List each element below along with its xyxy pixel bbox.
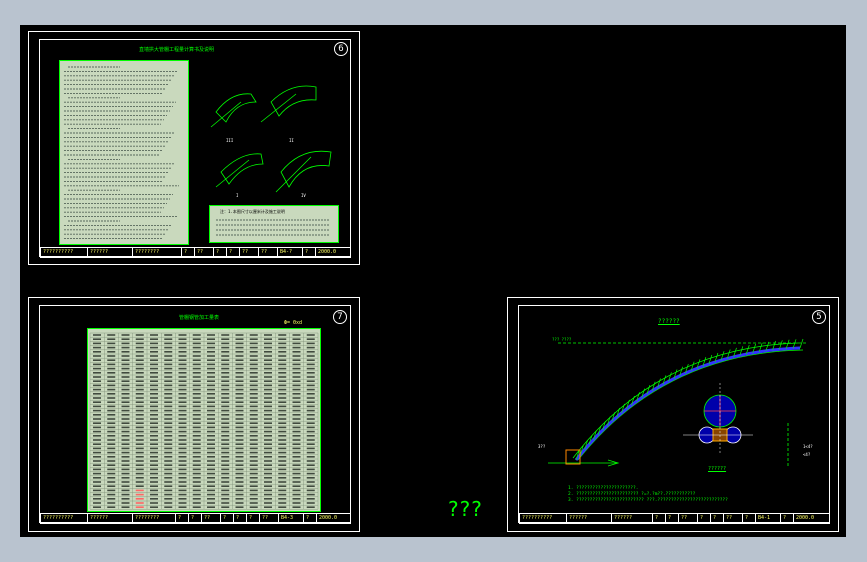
tb-cell: ???????? — [133, 514, 176, 523]
sheet-number-7: 7 — [333, 310, 347, 324]
tb-cell: ?? — [240, 248, 259, 257]
svg-text:III: III — [226, 138, 234, 143]
sheet-6-box-title: 注：1.本图尺寸以厘米计及施工说明 — [220, 209, 285, 214]
tb-cell: ? — [247, 514, 260, 523]
notes-text-lines — [64, 66, 179, 240]
tb-cell: ?? — [679, 514, 698, 523]
data-table-grid — [89, 332, 319, 510]
tb-cell: ? — [176, 514, 189, 523]
sheet-6-box: 注：1.本图尺寸以厘米计及施工说明 — [209, 205, 339, 243]
tb-cell: B4-3 — [279, 514, 304, 523]
sheet-7[interactable]: 7 管棚钢管加工量表 Ф= 0xd ?????????? ?????? ????… — [28, 297, 360, 532]
tb-cell: ? — [303, 248, 316, 257]
tb-cell: ???????? — [133, 248, 182, 257]
sheet-number-5: 5 — [812, 310, 826, 324]
tb-cell: ? — [214, 248, 227, 257]
sheet-5-title-block: ?????????? ?????? ?????? ? ? ?? ? ? ?? ?… — [519, 513, 830, 524]
tb-cell: ?? — [195, 248, 214, 257]
tb-cell: ?? — [202, 514, 221, 523]
tb-cell: ? — [666, 514, 679, 523]
tb-cell: B4-1 — [756, 514, 781, 523]
tb-cell: ?????? — [88, 514, 133, 523]
sheet-6[interactable]: 6 直墙拱大管棚工程量计算书及说明 III II I IV 注：1.本图尺寸以厘米计及… — [28, 31, 360, 265]
sheet-7-title-block: ?????????? ?????? ???????? ? ? ?? ? ? ? … — [40, 513, 351, 524]
tb-cell: ?????? — [567, 514, 612, 523]
tb-cell: ? — [189, 514, 202, 523]
tb-cell: ? — [711, 514, 724, 523]
tb-cell: 2000.0 — [318, 249, 337, 255]
tb-cell: ?????????? — [41, 248, 88, 257]
tb-cell: ?????????? — [41, 514, 88, 523]
sheet-6-title-block: ?????????? ?????? ???????? ? ?? ? ? ?? ?… — [40, 247, 351, 258]
cad-drawing-canvas[interactable]: 6 直墙拱大管棚工程量计算书及说明 III II I IV 注：1.本图尺寸以厘米计及… — [20, 25, 846, 537]
tb-cell: ? — [221, 514, 234, 523]
sheet-number-6: 6 — [334, 42, 348, 56]
svg-text:I: I — [236, 193, 239, 198]
tb-cell: ? — [698, 514, 711, 523]
sheet-7-table — [87, 328, 321, 512]
svg-text:II: II — [289, 138, 294, 143]
footer-question-marks: ??? — [448, 497, 483, 521]
tb-cell: ?????? — [612, 514, 653, 523]
note-line: 3. ????????????????????????? ???.???????… — [568, 498, 728, 503]
tb-cell: 2000.0 — [796, 515, 815, 521]
tb-cell: ?? — [260, 514, 279, 523]
tb-cell: B4-? — [278, 248, 303, 257]
tb-cell: ? — [304, 514, 317, 523]
pipe-section-detail — [683, 383, 753, 455]
svg-text:3??: 3?? — [538, 444, 546, 449]
svg-text:IV: IV — [301, 193, 306, 198]
tb-cell: ? — [182, 248, 195, 257]
tb-cell: ? — [227, 248, 240, 257]
plan-label: ?????? — [658, 318, 680, 325]
sheet-5[interactable]: 5 ?????? 3?? 1<4? <4? ??? ???? ?????? 1.… — [507, 297, 839, 532]
tb-cell: ? — [781, 514, 794, 523]
tb-cell: ?? — [724, 514, 743, 523]
tb-cell: 2000.0 — [319, 515, 338, 521]
sheet-6-title: 直墙拱大管棚工程量计算书及说明 — [139, 47, 215, 53]
svg-text:??? ????: ??? ???? — [552, 337, 572, 342]
svg-text:<4?: <4? — [803, 452, 811, 457]
sheet-5-notes: 1. ??????????????????????. 2. ??????????… — [568, 486, 728, 504]
tb-cell: ?????? — [88, 248, 133, 257]
tb-cell: ? — [743, 514, 756, 523]
tb-cell: ?? — [259, 248, 278, 257]
detail-label: ?????? — [708, 466, 727, 472]
tb-cell: ?????????? — [520, 514, 567, 523]
svg-text:1<4?: 1<4? — [803, 444, 813, 449]
tb-cell: ? — [234, 514, 247, 523]
tb-cell: ? — [653, 514, 666, 523]
sheet-7-title: 管棚钢管加工量表 — [179, 315, 220, 321]
sheet-6-notes-pane — [59, 60, 189, 245]
sheet-7-corner-label: Ф= 0xd — [284, 320, 303, 326]
sheet-6-details: III III IV — [210, 85, 332, 198]
